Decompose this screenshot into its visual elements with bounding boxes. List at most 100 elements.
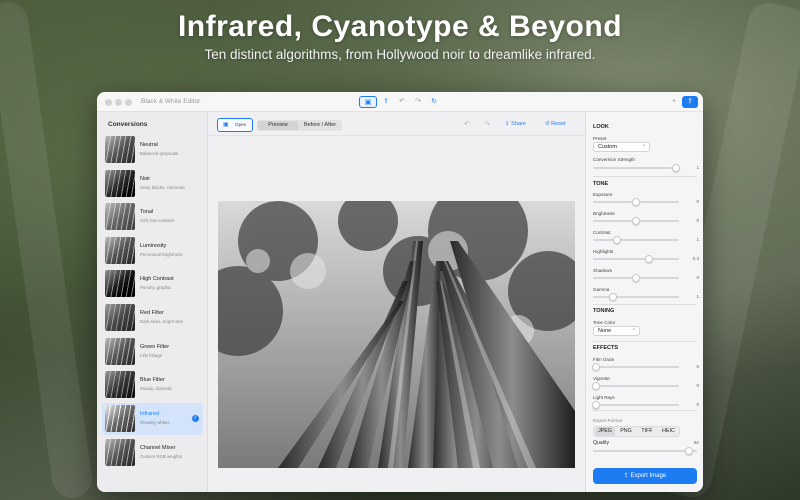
adjustment-slider[interactable] [593, 198, 679, 206]
slider-value: 0 [696, 199, 699, 204]
slider-knob[interactable] [671, 164, 680, 172]
sidebar-item-desc: Punchy, graphic [140, 285, 172, 290]
sidebar-item-name: Tonal [140, 209, 154, 215]
preset-label: Preset [593, 136, 607, 141]
close-window-button[interactable] [105, 99, 112, 106]
adjustment-slider[interactable] [593, 236, 679, 244]
format-png[interactable]: PNG [616, 427, 636, 436]
undo-icon[interactable]: ↶ [464, 120, 470, 128]
slider-knob[interactable] [613, 236, 622, 244]
sidebar-item-noir[interactable]: Noir Deep blacks, cinematic [102, 168, 203, 200]
hero-title: Infrared, Cyanotype & Beyond [177, 10, 623, 43]
redo-icon[interactable]: ↷ [411, 96, 425, 108]
add-button[interactable]: + [667, 96, 681, 108]
divider [593, 176, 697, 177]
export-toolbar-button[interactable]: ⇪ [682, 96, 698, 108]
format-tiff[interactable]: TIFF [637, 427, 657, 436]
preview-tab[interactable]: Preview [258, 121, 298, 130]
sidebar-item-desc: Glowing whites [140, 420, 170, 425]
slider-knob[interactable] [592, 401, 601, 409]
export-icon: ⇪ [623, 473, 629, 479]
strength-slider[interactable] [593, 164, 680, 172]
quality-slider[interactable] [593, 447, 697, 455]
share-icon[interactable]: ⇪ [379, 96, 393, 108]
slider-knob[interactable] [632, 274, 640, 282]
tone-color-select[interactable]: None ⌃ [593, 326, 640, 336]
slider-label: Brightness [593, 211, 615, 216]
sidebar-item-blue-filter[interactable]: Blue Filter Moody, dramatic [102, 369, 203, 401]
undo-icon[interactable]: ↶ [395, 96, 409, 108]
conversion-thumbnail [105, 270, 135, 297]
conversion-thumbnail [105, 136, 135, 163]
minimize-window-button[interactable] [115, 99, 122, 106]
sidebar-item-luminosity[interactable]: Luminosity Perceptual brightness [102, 235, 203, 267]
sidebar-item-desc: Deep blacks, cinematic [140, 185, 186, 190]
divider [593, 341, 697, 342]
conversion-thumbnail [105, 439, 135, 466]
rotate-icon[interactable]: ↻ [427, 96, 441, 108]
preset-select[interactable]: Custom ⌃ [593, 142, 650, 152]
open-label: Open [235, 122, 247, 127]
slider-label: Gamma [593, 287, 610, 292]
editor-canvas-area: ▣ Open Preview Before / After ↶ ↷ ⇪ Shar… [208, 112, 585, 492]
slider-knob[interactable] [592, 363, 601, 371]
app-window: Black & White Editor ▣ ⇪ ↶ ↷ ↻ + ⇪ Conve… [97, 92, 703, 492]
sidebar-item-desc: Custom RGB weights [140, 454, 182, 459]
sidebar-item-tonal[interactable]: Tonal Soft, low-contrast [102, 201, 203, 233]
toning-heading: TONING [593, 308, 615, 314]
export-image-button[interactable]: ⇪ Export Image [593, 468, 697, 484]
conversion-thumbnail [105, 170, 135, 197]
chevron-updown-icon: ⌃ [641, 144, 646, 150]
slider-label: Exposure [593, 192, 613, 197]
quality-value: 92 [693, 440, 699, 445]
background-bamboo [0, 0, 95, 500]
slider-knob[interactable] [592, 382, 601, 390]
sidebar-item-red-filter[interactable]: Red Filter Dark skies, bright skin [102, 302, 203, 334]
sidebar-item-desc: Lifts foliage [140, 353, 163, 358]
share-label: Share [511, 121, 526, 127]
adjustment-slider[interactable] [593, 217, 679, 225]
sidebar-item-desc: Balanced grayscale [140, 151, 179, 156]
conversion-thumbnail [105, 203, 135, 230]
effects-heading: EFFECTS [593, 345, 619, 351]
share-button[interactable]: ⇪ Share [505, 121, 526, 127]
format-jpeg[interactable]: JPEG [595, 427, 615, 436]
slider-value: 0 [696, 402, 699, 407]
slider-label: Vignette [593, 376, 610, 381]
format-heic[interactable]: HEIC [658, 427, 679, 436]
adjustment-slider[interactable] [592, 363, 679, 371]
image-view-button[interactable]: ▣ [359, 96, 377, 108]
slider-knob[interactable] [684, 447, 693, 455]
sidebar-item-name: Luminosity [140, 243, 167, 249]
image-icon: ▣ [223, 122, 229, 128]
sidebar-item-desc: Soft, low-contrast [140, 218, 174, 223]
canvas-toolbar: ▣ Open Preview Before / After ↶ ↷ ⇪ Shar… [208, 112, 585, 136]
redo-icon[interactable]: ↷ [484, 120, 490, 128]
slider-knob[interactable] [632, 217, 640, 225]
adjustment-slider[interactable] [592, 382, 679, 390]
open-button[interactable]: ▣ Open [217, 118, 253, 132]
title-bar: Black & White Editor ▣ ⇪ ↶ ↷ ↻ + ⇪ [97, 92, 703, 112]
slider-value: 0 [696, 364, 699, 369]
before-after-tab[interactable]: Before / After [299, 121, 341, 130]
sidebar-item-neutral[interactable]: Neutral Balanced grayscale [102, 134, 203, 166]
slider-knob[interactable] [644, 255, 653, 263]
export-format-control: JPEG PNG TIFF HEIC [593, 426, 680, 437]
adjustment-slider[interactable] [593, 274, 679, 282]
sidebar-item-green-filter[interactable]: Green Filter Lifts foliage [102, 336, 203, 368]
strength-label: Conversion Strength [593, 157, 635, 162]
zoom-window-button[interactable] [125, 99, 132, 106]
sidebar-item-name: Infrared [140, 411, 159, 417]
tone-color-value: None [598, 328, 612, 334]
window-title: Black & White Editor [141, 98, 201, 105]
slider-value: 1 [696, 294, 699, 299]
reset-button[interactable]: ↺ Reset [545, 121, 566, 127]
sidebar-item-high-contrast[interactable]: High Contrast Punchy, graphic [102, 268, 203, 300]
adjustment-slider[interactable] [593, 293, 679, 301]
adjustment-slider[interactable] [593, 255, 679, 263]
adjustment-slider[interactable] [592, 401, 679, 409]
sidebar-item-infrared[interactable]: Infrared Glowing whites ✓ [102, 403, 203, 435]
slider-knob[interactable] [632, 198, 640, 206]
slider-knob[interactable] [608, 293, 617, 301]
sidebar-item-channel-mixer[interactable]: Channel Mixer Custom RGB weights [102, 437, 203, 469]
